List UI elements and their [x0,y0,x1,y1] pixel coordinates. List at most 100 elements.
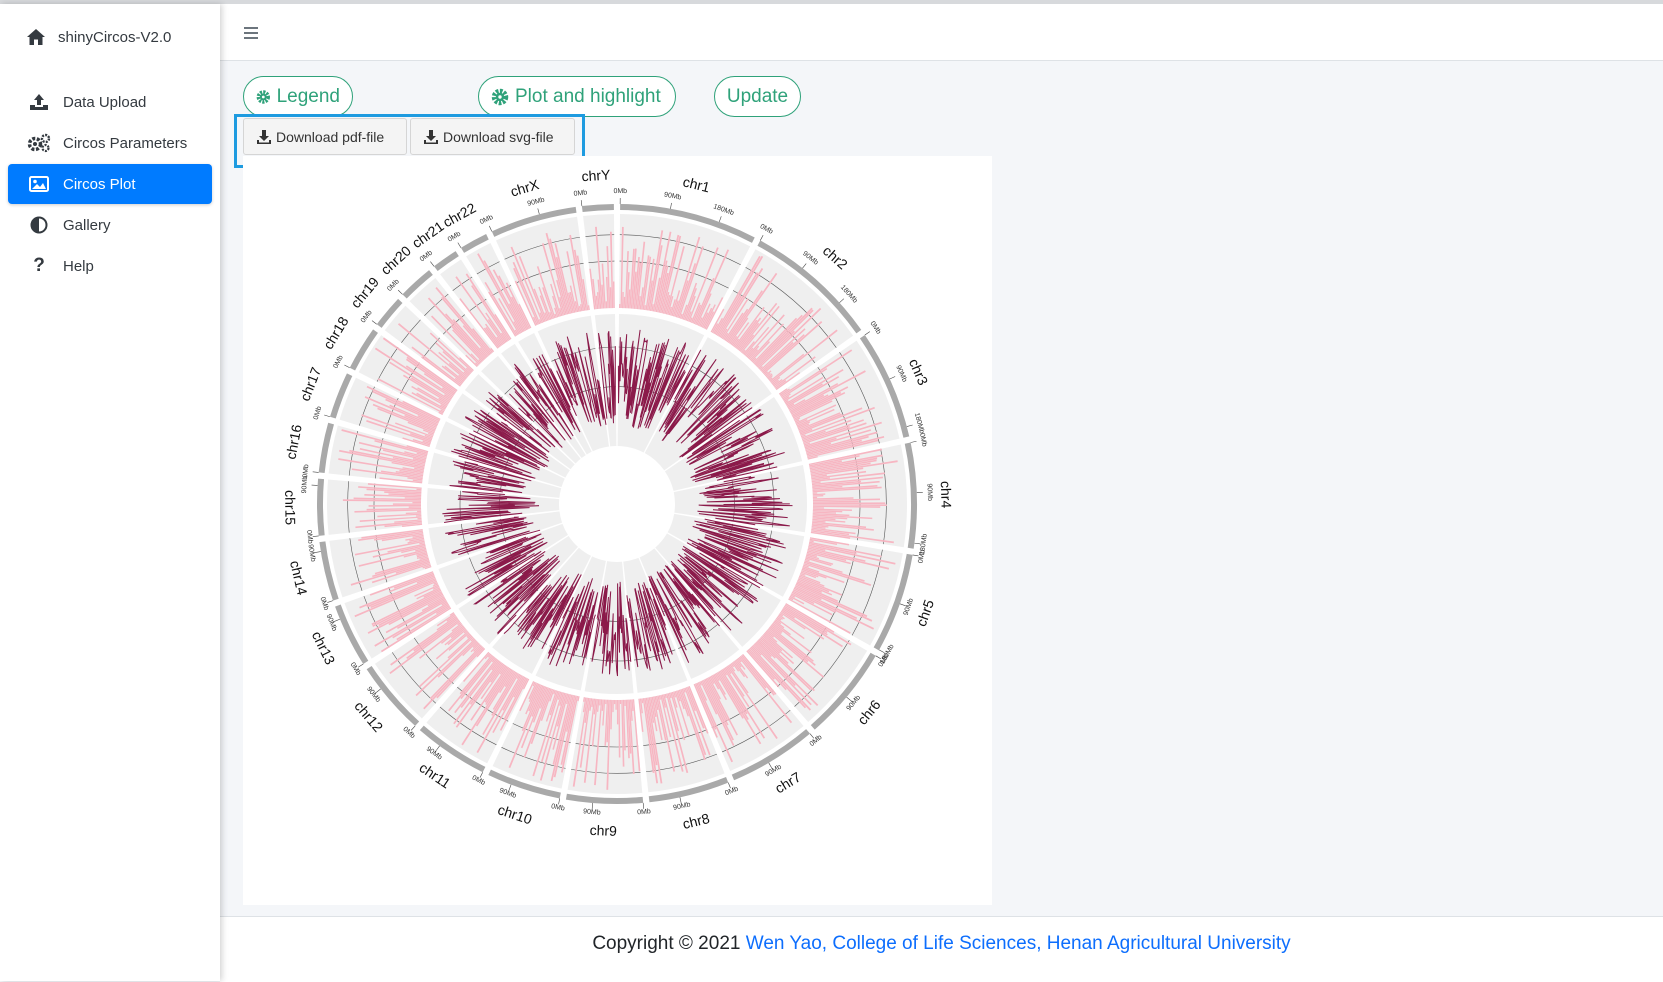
brand-title: shinyCircos-V2.0 [58,29,171,46]
chromosome-label: chr19 [347,274,382,311]
tick-mark [372,321,377,325]
download-icon [256,129,272,145]
tick-label: 90Mb [425,746,443,762]
ideogram-chr9 [566,794,643,804]
chromosome-label: chr14 [287,559,311,597]
download-icon [423,129,439,145]
upload-icon [26,93,52,111]
tick-label: 0Mb [349,661,362,676]
tick-mark [324,415,330,417]
tick-label: 0Mb [918,433,928,448]
tick-label: 0Mb [613,188,627,195]
histogram-bar [617,700,618,724]
sidebar-item-label: Circos Parameters [63,135,187,152]
histogram-bar [620,700,621,704]
circos-plot: 0Mb90Mb180Mbchr10Mb90Mb180Mbchr20Mb90Mb1… [243,156,992,905]
sidebar-item-help[interactable]: ? Help [8,246,212,286]
tick-label: 90Mb [663,191,682,201]
tick-mark [344,365,349,368]
tick-label: 0Mb [305,530,313,544]
chromosome-label: chr20 [377,242,414,278]
tick-label: 90Mb [801,250,819,266]
tick-label: 0Mb [318,596,329,611]
tick-label: 90Mb [307,544,317,563]
tick-label: 90Mb [365,686,381,704]
sidebar-item-circos-plot[interactable]: Circos Plot [8,164,212,204]
tick-mark [489,226,492,231]
tick-mark [670,203,671,209]
download-pdf-button[interactable]: Download pdf-file [243,118,407,155]
tick-mark [907,425,913,427]
chromosome-label: chr10 [496,801,534,827]
tick-mark [313,472,319,473]
tick-mark [760,235,763,240]
chromosome-label: chr2 [820,242,851,272]
chromosome-label: chr22 [440,199,479,230]
sidebar-item-label: Gallery [63,217,111,234]
tick-mark [911,441,917,442]
tick-label: 90Mb [903,597,915,616]
footer: Copyright © 2021 Wen Yao, College of Lif… [220,916,1663,982]
image-icon [26,176,52,192]
chromosome-label: chr9 [589,822,617,839]
tick-label: 90Mb [764,764,783,779]
tick-label: 0Mb [447,231,462,244]
histogram-bar [614,700,615,704]
top-navbar [220,4,1663,61]
histogram-bar [417,511,421,512]
histogram-bar [393,503,421,504]
tick-label: 0Mb [471,775,486,787]
sidebar-item-circos-parameters[interactable]: Circos Parameters [8,123,212,163]
chromosome-label: chr5 [913,597,937,628]
tick-label: 90Mb [325,613,338,632]
chromosome-label: chr21 [409,218,447,251]
tick-mark [719,216,721,222]
hamburger-menu-icon[interactable] [242,22,262,42]
question-icon: ? [26,255,52,277]
histogram-bar [813,492,818,493]
ideogram-chrY [582,204,614,212]
tick-label: 0Mb [360,309,374,324]
tick-label: 180Mb [839,284,859,305]
chromosome-label: chr1 [681,173,711,195]
sidebar-item-label: Circos Plot [63,176,136,193]
tick-label: 90Mb [894,364,908,383]
legend-button-label: Legend [277,86,340,108]
ideogram-chr15 [317,479,325,536]
update-button[interactable]: Update [714,76,801,117]
chromosome-label: chr16 [282,423,304,461]
chromosome-label: chr8 [681,810,712,832]
sidebar-item-label: Data Upload [63,94,146,111]
download-svg-button[interactable]: Download svg-file [410,118,575,155]
tick-label: 0Mb [401,726,416,740]
author-link[interactable]: Wen Yao, College of Life Sciences, Henan… [746,933,1291,954]
download-pdf-label: Download pdf-file [276,129,384,145]
tick-mark [890,376,895,379]
tick-label: 0Mb [868,320,882,335]
tick-label: 90Mb [498,787,517,800]
chromosome-label: chr13 [309,629,339,668]
tick-label: 180Mb [712,203,735,217]
chromosome-label: chrX [509,176,542,200]
tick-label: 90Mb [583,808,601,816]
tick-mark [839,299,843,303]
plot-and-highlight-button[interactable]: Plot and highlight [478,76,676,117]
gears-icon [26,133,52,153]
copyright-text: Copyright © 2021 [592,933,740,954]
tick-mark [538,208,540,214]
chromosome-label: chrY [581,166,611,184]
sidebar-item-data-upload[interactable]: Data Upload [8,82,212,122]
tick-label: 90Mb [527,196,546,207]
sidebar-item-label: Help [63,258,94,275]
chromosome-label: chr17 [296,365,324,404]
plot-and-highlight-label: Plot and highlight [515,86,661,108]
chromosome-label: chr18 [320,314,352,352]
chromosome-label: chr12 [351,698,386,735]
sidebar-item-gallery[interactable]: Gallery [8,205,212,245]
brand-link[interactable]: shinyCircos-V2.0 [26,22,171,52]
half-circle-icon [26,216,52,234]
tick-label: 90Mb [925,483,933,501]
legend-button[interactable]: Legend [243,76,353,117]
histogram-bar [409,506,421,507]
update-button-label: Update [727,86,788,108]
